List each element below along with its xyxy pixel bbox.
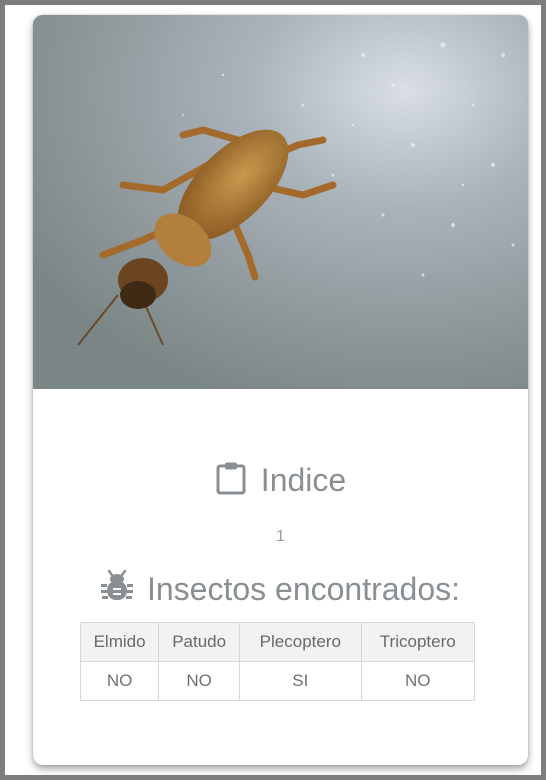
insects-heading: Insectos encontrados: — [33, 569, 528, 609]
table-cell: NO — [79, 661, 160, 701]
table-cell: NO — [360, 661, 476, 701]
insect-photo — [33, 15, 528, 389]
column-header: Patudo — [158, 622, 241, 662]
screen-frame: Indice 1 Insectos encontrados: Elmido Pa… — [0, 0, 546, 780]
index-title: Indice — [260, 462, 347, 498]
table-row: NO NO SI NO — [79, 661, 476, 701]
insects-table: Elmido Patudo Plecoptero Tricoptero NO N… — [79, 622, 476, 701]
index-value: 1 — [276, 528, 285, 545]
table-header-row: Elmido Patudo Plecoptero Tricoptero — [79, 622, 476, 662]
index-heading: Indice — [33, 461, 528, 500]
column-header: Tricoptero — [360, 622, 476, 662]
bug-icon — [100, 569, 133, 609]
column-header: Plecoptero — [239, 622, 362, 662]
table-cell: NO — [158, 661, 241, 701]
column-header: Elmido — [79, 622, 160, 662]
table-cell: SI — [239, 661, 362, 701]
result-card: Indice 1 Insectos encontrados: Elmido Pa… — [33, 15, 528, 765]
clipboard-icon — [215, 461, 247, 500]
insects-title: Insectos encontrados: — [146, 571, 461, 607]
